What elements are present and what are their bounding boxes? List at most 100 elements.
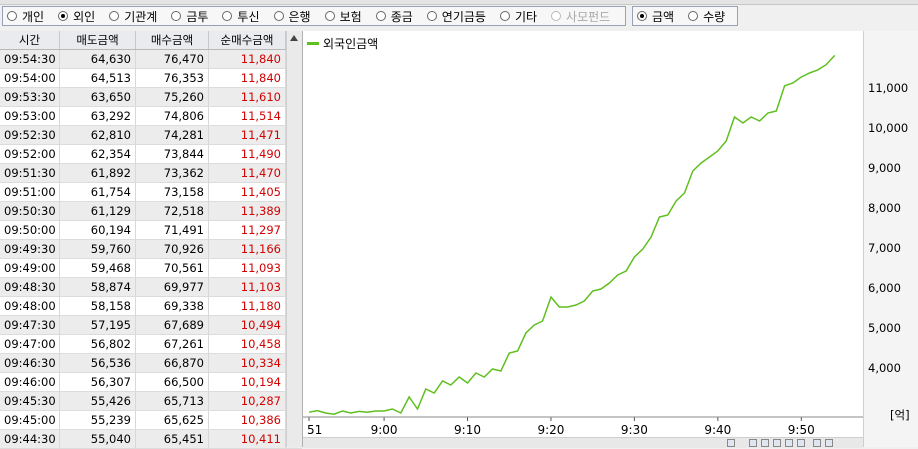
investor-radio-6[interactable]: 보험 xyxy=(324,8,362,25)
table-scrollbar[interactable] xyxy=(286,31,302,447)
radio-circle-icon xyxy=(58,11,69,21)
investor-radio-7[interactable]: 종금 xyxy=(375,8,413,25)
investor-radio-4[interactable]: 투신 xyxy=(222,8,260,25)
cell-sell-amount: 59,468 xyxy=(60,259,136,277)
legend-swatch xyxy=(307,42,319,45)
cell-net-buy-amount: 10,287 xyxy=(209,392,286,410)
y-tick-label: 11,000 xyxy=(868,81,909,95)
cell-time: 09:48:00 xyxy=(0,297,60,315)
chart-tool-button-6[interactable] xyxy=(825,439,833,447)
table-row[interactable]: 09:49:00 59,468 70,561 11,093 xyxy=(0,259,302,278)
investor-radio-3[interactable]: 금투 xyxy=(171,8,208,25)
table-body: 09:54:30 64,630 76,470 11,840 09:54:00 64,513… xyxy=(0,50,302,449)
radio-circle-icon xyxy=(375,11,386,21)
cell-buy-amount: 74,806 xyxy=(136,107,209,125)
cell-buy-amount: 67,261 xyxy=(136,335,209,353)
cell-buy-amount: 71,491 xyxy=(136,221,209,239)
chart-tool-button-3[interactable] xyxy=(785,439,793,447)
table-row[interactable]: 09:54:30 64,630 76,470 11,840 xyxy=(0,50,302,69)
chart-tool-button-2[interactable] xyxy=(773,439,781,447)
cell-sell-amount: 61,754 xyxy=(60,183,136,201)
investor-radio-2[interactable]: 기관계 xyxy=(109,8,157,25)
cell-net-buy-amount: 11,093 xyxy=(209,259,286,277)
cell-buy-amount: 65,713 xyxy=(136,392,209,410)
cell-time: 09:44:30 xyxy=(0,430,60,448)
cell-net-buy-amount: 10,458 xyxy=(209,335,286,353)
investor-radio-label: 보험 xyxy=(339,9,362,24)
header-net-buy-amount[interactable]: 순매수금액 xyxy=(209,31,286,49)
cell-sell-amount: 60,194 xyxy=(60,221,136,239)
cell-buy-amount: 74,281 xyxy=(136,126,209,144)
investor-radio-label: 기타 xyxy=(514,9,538,24)
investor-radio-1[interactable]: 외인 xyxy=(58,8,95,25)
table-row[interactable]: 09:47:00 56,802 67,261 10,458 xyxy=(0,335,302,354)
table-row[interactable]: 09:47:30 57,195 67,689 10,494 xyxy=(0,316,302,335)
cell-time: 09:47:30 xyxy=(0,316,60,334)
table-row[interactable]: 09:46:30 56,536 66,870 10,334 xyxy=(0,354,302,373)
y-tick-label: 8,000 xyxy=(868,201,901,215)
radio-circle-icon xyxy=(499,11,510,21)
investor-radio-5[interactable]: 은행 xyxy=(273,8,311,25)
table-row[interactable]: 09:51:30 61,892 73,362 11,470 xyxy=(0,164,302,183)
cell-sell-amount: 58,158 xyxy=(60,297,136,315)
cell-net-buy-amount: 11,490 xyxy=(209,145,286,163)
table-row[interactable]: 09:45:30 55,426 65,713 10,287 xyxy=(0,392,302,411)
chart-legend: 외국인금액 xyxy=(307,35,378,52)
cell-net-buy-amount: 11,103 xyxy=(209,278,286,296)
y-axis-unit: [억] xyxy=(890,408,910,422)
table-row[interactable]: 09:54:00 64,513 76,353 11,840 xyxy=(0,69,302,88)
table-row[interactable]: 09:50:00 60,194 71,491 11,297 xyxy=(0,221,302,240)
x-tick-label: 51 xyxy=(307,423,322,437)
table-row[interactable]: 09:48:30 58,874 69,977 11,103 xyxy=(0,278,302,297)
table-row[interactable]: 09:44:30 55,040 65,451 10,411 xyxy=(0,430,302,449)
header-sell-amount[interactable]: 매도금액 xyxy=(60,31,136,49)
radio-circle-icon xyxy=(637,11,647,21)
table-row[interactable]: 09:50:30 61,129 72,518 11,389 xyxy=(0,202,302,221)
table-row[interactable]: 09:48:00 58,158 69,338 11,180 xyxy=(0,297,302,316)
cell-net-buy-amount: 11,389 xyxy=(209,202,286,220)
investor-radio-0[interactable]: 개인 xyxy=(7,8,44,25)
radio-circle-icon xyxy=(7,11,17,21)
scroll-up-arrow-icon[interactable] xyxy=(290,35,298,41)
cell-sell-amount: 55,426 xyxy=(60,392,136,410)
unit-radio-0[interactable]: 금액 xyxy=(637,8,674,25)
table-row[interactable]: 09:53:00 63,292 74,806 11,514 xyxy=(0,107,302,126)
header-time[interactable]: 시간 xyxy=(0,31,60,49)
unit-radio-label: 수량 xyxy=(703,9,726,24)
investor-radio-label: 종금 xyxy=(390,9,413,24)
radio-circle-icon xyxy=(273,11,284,21)
cell-net-buy-amount: 11,840 xyxy=(209,69,286,87)
radio-circle-icon xyxy=(324,11,335,21)
cell-buy-amount: 76,470 xyxy=(136,50,209,68)
investor-radio-9[interactable]: 기타 xyxy=(499,8,538,25)
chart-nav-left-button[interactable] xyxy=(727,439,735,447)
table-row[interactable]: 09:53:30 63,650 75,260 11,610 xyxy=(0,88,302,107)
x-tick-label: 9:30 xyxy=(621,423,648,437)
cell-sell-amount: 57,195 xyxy=(60,316,136,334)
table-row[interactable]: 09:51:00 61,754 73,158 11,405 xyxy=(0,183,302,202)
cell-buy-amount: 69,977 xyxy=(136,278,209,296)
chart-tool-button-4[interactable] xyxy=(797,439,805,447)
investor-radio-label: 기관계 xyxy=(124,9,158,24)
table-row[interactable]: 09:46:00 56,307 66,500 10,194 xyxy=(0,373,302,392)
cell-net-buy-amount: 11,297 xyxy=(209,221,286,239)
cell-net-buy-amount: 10,194 xyxy=(209,373,286,391)
header-buy-amount[interactable]: 매수금액 xyxy=(136,31,209,49)
table-row[interactable]: 09:52:00 62,354 73,844 11,490 xyxy=(0,145,302,164)
unit-radio-1[interactable]: 수량 xyxy=(688,8,725,25)
trade-table: 시간 매도금액 매수금액 순매수금액 09:54:30 64,630 76,470 1… xyxy=(0,31,303,449)
cell-buy-amount: 66,500 xyxy=(136,373,209,391)
cell-sell-amount: 56,536 xyxy=(60,354,136,372)
table-row[interactable]: 09:52:30 62,810 74,281 11,471 xyxy=(0,126,302,145)
cell-buy-amount: 65,625 xyxy=(136,411,209,429)
investor-radio-label: 연기금등 xyxy=(441,9,486,24)
table-row[interactable]: 09:45:00 55,239 65,625 10,386 xyxy=(0,411,302,430)
chart-tool-button-5[interactable] xyxy=(813,439,821,447)
cell-buy-amount: 73,158 xyxy=(136,183,209,201)
chart-tool-button-1[interactable] xyxy=(761,439,769,447)
cell-sell-amount: 58,874 xyxy=(60,278,136,296)
chart-zoom-button[interactable] xyxy=(749,439,757,447)
investor-radio-8[interactable]: 연기금등 xyxy=(426,8,486,25)
investor-radio-10: 사모펀드 xyxy=(551,8,610,25)
table-row[interactable]: 09:49:30 59,760 70,926 11,166 xyxy=(0,240,302,259)
